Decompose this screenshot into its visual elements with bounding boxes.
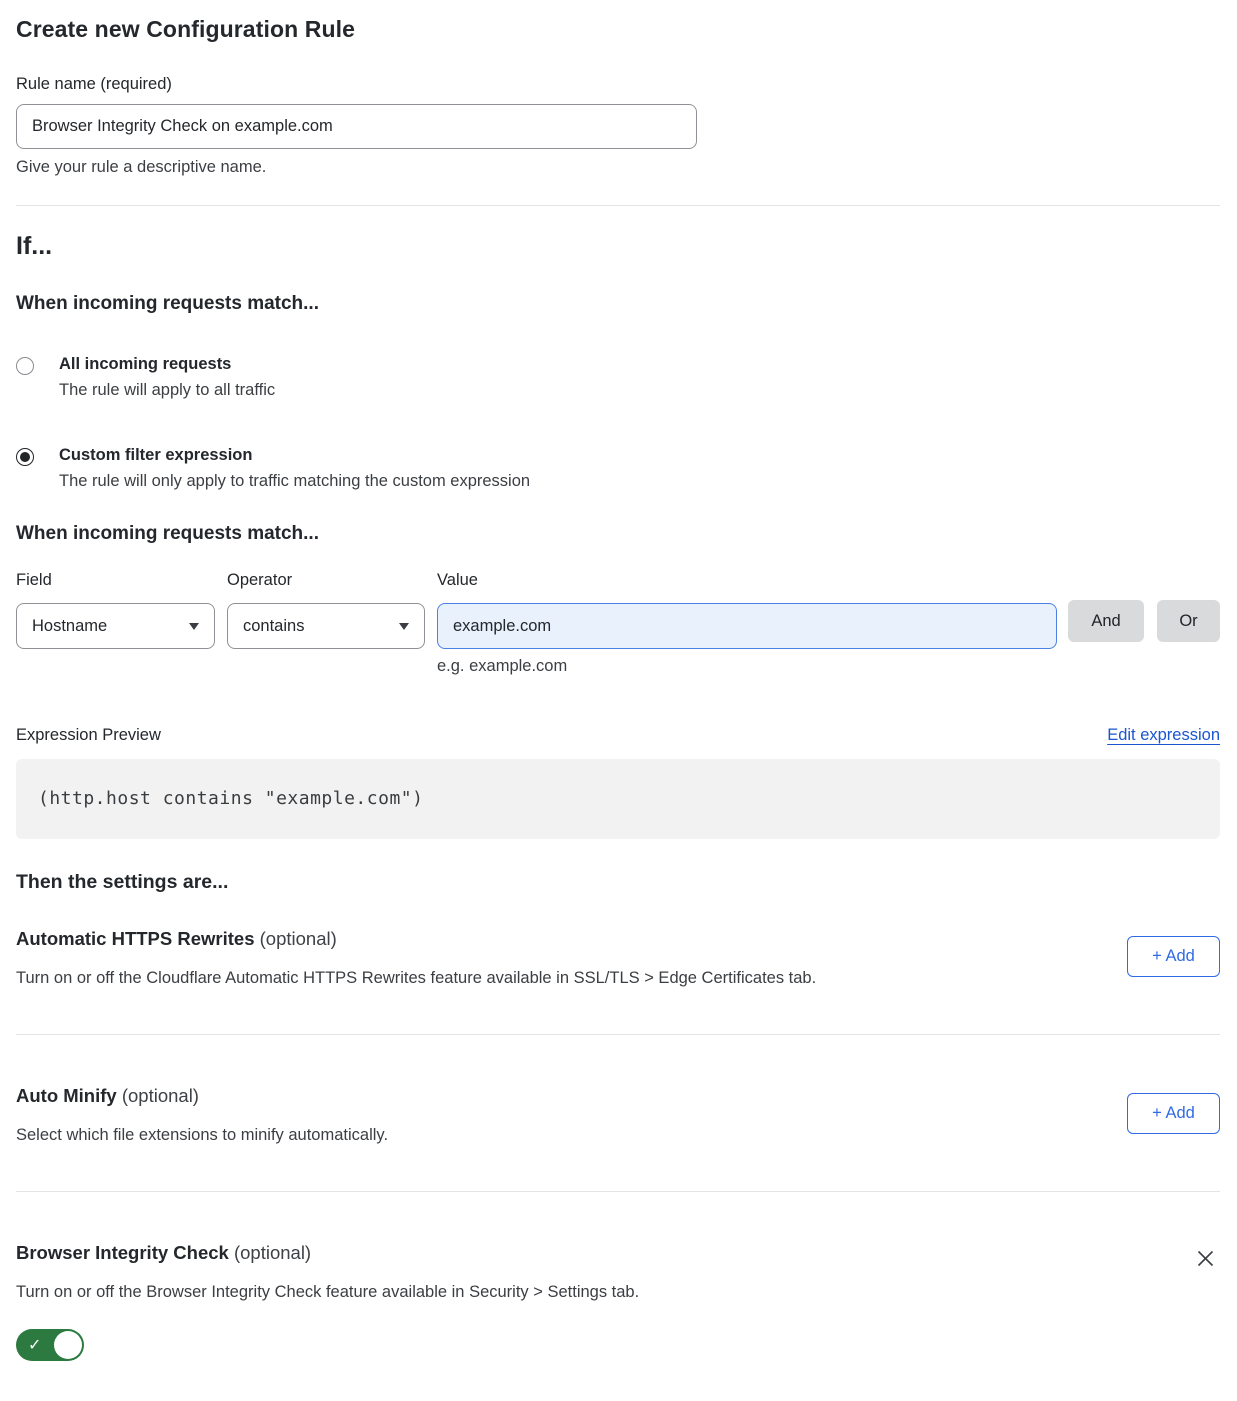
setting-description: Turn on or off the Browser Integrity Che… bbox=[16, 1283, 639, 1302]
setting-title-line: Auto Minify (optional) bbox=[16, 1085, 388, 1107]
value-column: Value e.g. example.com bbox=[437, 571, 1057, 676]
setting-info: Browser Integrity Check (optional) Turn … bbox=[16, 1242, 639, 1361]
browser-integrity-check-toggle[interactable]: ✓ bbox=[16, 1329, 84, 1361]
setting-divider bbox=[16, 1191, 1220, 1192]
filter-builder-row: Field Hostname Operator contains Value e… bbox=[16, 571, 1220, 676]
rule-name-input[interactable] bbox=[16, 104, 697, 149]
filter-builder-heading: When incoming requests match... bbox=[16, 523, 1220, 545]
operator-label: Operator bbox=[227, 571, 425, 590]
andor-buttons: And Or bbox=[1068, 600, 1220, 642]
chevron-down-icon bbox=[189, 623, 199, 630]
setting-optional-tag: (optional) bbox=[122, 1085, 199, 1106]
match-subheading: When incoming requests match... bbox=[16, 293, 1220, 315]
rule-name-helper: Give your rule a descriptive name. bbox=[16, 158, 1220, 177]
expression-preview-box: (http.host contains "example.com") bbox=[16, 759, 1220, 839]
setting-title: Auto Minify bbox=[16, 1085, 117, 1106]
field-select-value: Hostname bbox=[32, 617, 107, 636]
setting-automatic-https-rewrites: Automatic HTTPS Rewrites (optional) Turn… bbox=[16, 928, 1220, 988]
radio-option-label: Custom filter expression bbox=[59, 446, 530, 465]
setting-browser-integrity-check: Browser Integrity Check (optional) Turn … bbox=[16, 1242, 1220, 1361]
radio-icon[interactable] bbox=[16, 357, 34, 375]
radio-option-text: Custom filter expression The rule will o… bbox=[59, 446, 530, 491]
expression-preview-header: Expression Preview Edit expression bbox=[16, 726, 1220, 745]
value-label: Value bbox=[437, 571, 1057, 590]
add-setting-button[interactable]: + Add bbox=[1127, 936, 1220, 977]
checkmark-icon: ✓ bbox=[28, 1335, 41, 1355]
expression-preview-code: (http.host contains "example.com") bbox=[38, 788, 423, 809]
radio-icon[interactable] bbox=[16, 448, 34, 466]
radio-option-label: All incoming requests bbox=[59, 355, 275, 374]
operator-column: Operator contains bbox=[227, 571, 425, 649]
field-column: Field Hostname bbox=[16, 571, 215, 649]
rule-name-label: Rule name (required) bbox=[16, 75, 1220, 94]
setting-info: Automatic HTTPS Rewrites (optional) Turn… bbox=[16, 928, 816, 988]
radio-option-description: The rule will apply to all traffic bbox=[59, 381, 275, 400]
chevron-down-icon bbox=[399, 623, 409, 630]
setting-optional-tag: (optional) bbox=[234, 1242, 311, 1263]
operator-select[interactable]: contains bbox=[227, 603, 425, 649]
radio-option-text: All incoming requests The rule will appl… bbox=[59, 355, 275, 400]
then-settings-heading: Then the settings are... bbox=[16, 871, 1220, 894]
field-select[interactable]: Hostname bbox=[16, 603, 215, 649]
if-heading: If... bbox=[16, 232, 1220, 261]
setting-title: Browser Integrity Check bbox=[16, 1242, 229, 1263]
value-input[interactable] bbox=[437, 603, 1057, 649]
setting-info: Auto Minify (optional) Select which file… bbox=[16, 1085, 388, 1145]
setting-description: Select which file extensions to minify a… bbox=[16, 1126, 388, 1145]
setting-title: Automatic HTTPS Rewrites bbox=[16, 928, 255, 949]
or-button[interactable]: Or bbox=[1157, 600, 1220, 642]
field-label: Field bbox=[16, 571, 215, 590]
create-configuration-rule-page: Create new Configuration Rule Rule name … bbox=[0, 0, 1237, 1401]
expression-preview-label: Expression Preview bbox=[16, 726, 161, 745]
add-setting-button[interactable]: + Add bbox=[1127, 1093, 1220, 1134]
setting-description: Turn on or off the Cloudflare Automatic … bbox=[16, 969, 816, 988]
radio-option-description: The rule will only apply to traffic matc… bbox=[59, 472, 530, 491]
setting-title-line: Browser Integrity Check (optional) bbox=[16, 1242, 639, 1264]
remove-setting-button[interactable] bbox=[1191, 1244, 1220, 1273]
rule-name-group: Rule name (required) Give your rule a de… bbox=[16, 75, 1220, 177]
setting-auto-minify: Auto Minify (optional) Select which file… bbox=[16, 1085, 1220, 1145]
toggle-knob[interactable] bbox=[54, 1331, 82, 1359]
close-icon bbox=[1195, 1248, 1216, 1269]
and-button[interactable]: And bbox=[1068, 600, 1144, 642]
operator-select-value: contains bbox=[243, 617, 304, 636]
setting-title-line: Automatic HTTPS Rewrites (optional) bbox=[16, 928, 816, 950]
radio-option-all-incoming-requests[interactable]: All incoming requests The rule will appl… bbox=[16, 355, 1220, 400]
section-divider bbox=[16, 205, 1220, 206]
edit-expression-link[interactable]: Edit expression bbox=[1107, 726, 1220, 745]
setting-divider bbox=[16, 1034, 1220, 1035]
radio-option-custom-filter-expression[interactable]: Custom filter expression The rule will o… bbox=[16, 446, 1220, 491]
value-helper: e.g. example.com bbox=[437, 657, 1057, 676]
page-title: Create new Configuration Rule bbox=[16, 16, 1220, 43]
setting-optional-tag: (optional) bbox=[260, 928, 337, 949]
